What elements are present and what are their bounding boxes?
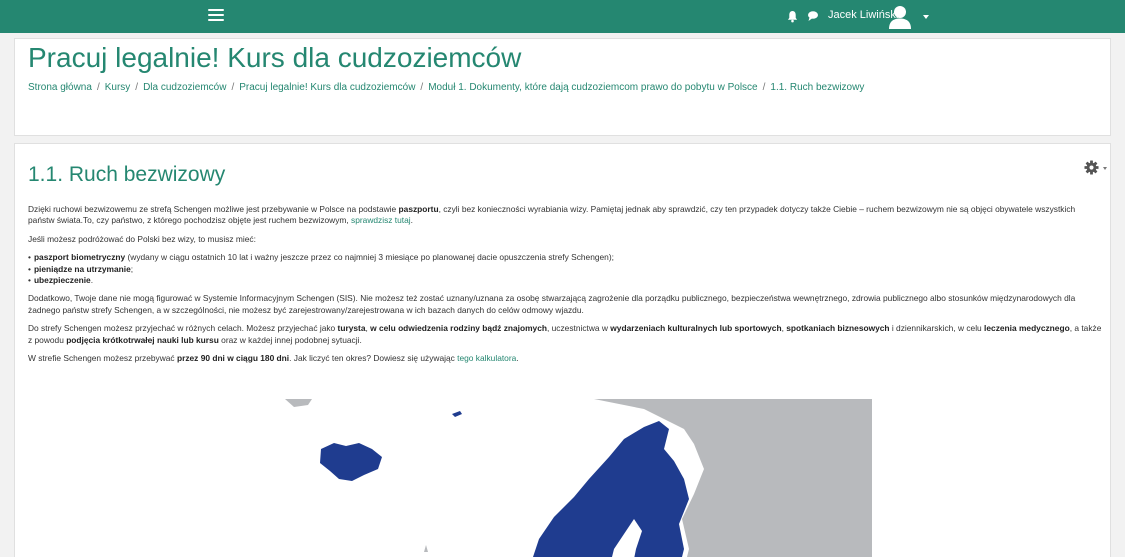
bell-icon[interactable] bbox=[787, 10, 798, 23]
breadcrumb-home[interactable]: Strona główna bbox=[28, 82, 92, 93]
check-here-link[interactable]: sprawdzisz tutaj bbox=[351, 215, 411, 225]
breadcrumb: Strona główna / Kursy / Dla cudzoziemców / Pra… bbox=[28, 82, 864, 93]
paragraph-stay-duration: W strefie Schengen możesz przebywać prze… bbox=[28, 353, 519, 364]
breadcrumb-current[interactable]: 1.1. Ruch bezwizowy bbox=[770, 82, 864, 93]
breadcrumb-separator: / bbox=[135, 82, 139, 93]
breadcrumb-separator: / bbox=[762, 82, 766, 93]
schengen-map-image bbox=[264, 399, 872, 557]
paragraph-sis: Dodatkowo, Twoje dane nie mogą figurować… bbox=[28, 293, 1076, 315]
breadcrumb-separator: / bbox=[96, 82, 100, 93]
calculator-link[interactable]: tego kalkulatora bbox=[457, 353, 516, 363]
paragraph-purposes: Do strefy Schengen możesz przyjechać w r… bbox=[28, 323, 1102, 345]
top-navbar: Jacek Liwiński bbox=[0, 0, 1125, 33]
breadcrumb-course[interactable]: Pracuj legalnie! Kurs dla cudzoziemców bbox=[239, 82, 415, 93]
page-title: 1.1. Ruch bezwizowy bbox=[28, 163, 226, 186]
breadcrumb-separator: / bbox=[231, 82, 235, 93]
main-content: 1.1. Ruch bezwizowy Dzięki ruchowi bezwi… bbox=[14, 143, 1111, 557]
breadcrumb-courses[interactable]: Kursy bbox=[105, 82, 131, 93]
breadcrumb-category[interactable]: Dla cudzoziemców bbox=[143, 82, 226, 93]
caret-down-icon[interactable] bbox=[923, 15, 929, 19]
breadcrumb-separator: / bbox=[420, 82, 424, 93]
course-title: Pracuj legalnie! Kurs dla cudzoziemców bbox=[28, 42, 522, 73]
chat-icon[interactable] bbox=[807, 10, 819, 22]
user-avatar-icon[interactable] bbox=[886, 3, 914, 31]
hamburger-menu-icon[interactable] bbox=[208, 9, 224, 22]
lesson-text: Dzięki ruchowi bezwizowemu ze strefą Sch… bbox=[28, 204, 1103, 371]
list-item: ubezpieczenie. bbox=[28, 275, 1103, 286]
paragraph-intro: Dzięki ruchowi bezwizowemu ze strefą Sch… bbox=[28, 204, 1076, 226]
requirements-list: paszport biometryczny (wydany w ciągu os… bbox=[28, 252, 1103, 286]
chevron-down-icon[interactable] bbox=[1103, 167, 1107, 170]
list-item: paszport biometryczny (wydany w ciągu os… bbox=[28, 252, 1103, 263]
page-header: Pracuj legalnie! Kurs dla cudzoziemców S… bbox=[14, 38, 1111, 136]
paragraph-requirements-intro: Jeśli możesz podróżować do Polski bez wi… bbox=[28, 233, 256, 244]
list-item: pieniądze na utrzymanie; bbox=[28, 264, 1103, 275]
breadcrumb-module[interactable]: Moduł 1. Dokumenty, które dają cudzoziem… bbox=[428, 82, 757, 93]
gear-icon[interactable] bbox=[1084, 160, 1099, 175]
